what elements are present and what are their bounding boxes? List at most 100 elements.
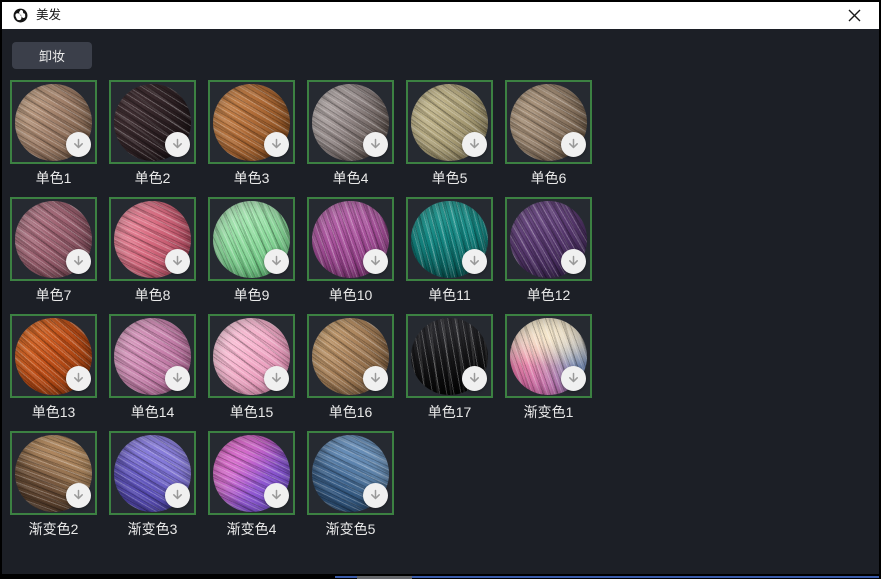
download-button[interactable]: [165, 249, 190, 274]
window-title: 美发: [36, 2, 61, 29]
hair-swatch-tile[interactable]: [10, 314, 97, 398]
hair-swatch-tile[interactable]: [109, 431, 196, 515]
hair-style-item: 单色8: [109, 197, 196, 303]
download-icon: [72, 255, 85, 268]
bottom-edge-strip: [0, 574, 881, 579]
download-button[interactable]: [462, 366, 487, 391]
hair-style-item: 渐变色3: [109, 431, 196, 537]
hair-dialog-window: 美发 卸妆 单色1 单色2: [0, 0, 881, 579]
download-button[interactable]: [165, 483, 190, 508]
download-icon: [270, 255, 283, 268]
hair-swatch-tile[interactable]: [10, 431, 97, 515]
download-icon: [171, 372, 184, 385]
hair-style-item: 单色13: [10, 314, 97, 420]
hair-swatch-tile[interactable]: [406, 80, 493, 164]
download-icon: [270, 138, 283, 151]
hair-style-item: 单色10: [307, 197, 394, 303]
download-button[interactable]: [66, 366, 91, 391]
download-icon: [468, 138, 481, 151]
hair-style-label: 单色13: [10, 404, 97, 420]
hair-style-item: 单色11: [406, 197, 493, 303]
hair-style-label: 单色3: [208, 170, 295, 186]
hair-style-label: 单色14: [109, 404, 196, 420]
hair-style-label: 单色11: [406, 287, 493, 303]
hair-swatch-tile[interactable]: [208, 431, 295, 515]
download-button[interactable]: [363, 249, 388, 274]
hair-swatch-tile[interactable]: [307, 314, 394, 398]
download-button[interactable]: [264, 483, 289, 508]
download-icon: [270, 489, 283, 502]
hair-style-item: 单色14: [109, 314, 196, 420]
hair-style-item: 渐变色4: [208, 431, 295, 537]
download-button[interactable]: [363, 366, 388, 391]
close-button[interactable]: [845, 7, 863, 25]
download-button[interactable]: [66, 483, 91, 508]
dialog-body: 卸妆 单色1 单色2: [2, 29, 879, 574]
download-button[interactable]: [561, 132, 586, 157]
download-icon: [468, 255, 481, 268]
hair-swatch-tile[interactable]: [208, 197, 295, 281]
hair-swatch-tile[interactable]: [208, 80, 295, 164]
download-icon: [369, 489, 382, 502]
hair-style-label: 渐变色4: [208, 521, 295, 537]
hair-style-label: 单色6: [505, 170, 592, 186]
hair-style-label: 单色10: [307, 287, 394, 303]
download-button[interactable]: [264, 366, 289, 391]
download-button[interactable]: [165, 132, 190, 157]
hair-style-item: 渐变色5: [307, 431, 394, 537]
hair-swatch-tile[interactable]: [307, 197, 394, 281]
download-button[interactable]: [363, 132, 388, 157]
hair-style-label: 单色5: [406, 170, 493, 186]
background-app-accent-line: [335, 576, 879, 578]
download-icon: [468, 372, 481, 385]
hair-swatch-tile[interactable]: [505, 80, 592, 164]
hair-style-item: 单色5: [406, 80, 493, 186]
app-logo-icon: [13, 8, 28, 23]
hair-swatch-tile[interactable]: [109, 314, 196, 398]
download-button[interactable]: [264, 249, 289, 274]
hair-swatch-tile[interactable]: [208, 314, 295, 398]
download-button[interactable]: [462, 249, 487, 274]
download-icon: [72, 489, 85, 502]
hair-style-label: 单色4: [307, 170, 394, 186]
hair-swatch-tile[interactable]: [307, 80, 394, 164]
download-icon: [171, 255, 184, 268]
hair-style-item: 单色2: [109, 80, 196, 186]
hair-style-label: 渐变色2: [10, 521, 97, 537]
hair-swatch-tile[interactable]: [10, 197, 97, 281]
download-button[interactable]: [462, 132, 487, 157]
hair-style-item: 单色3: [208, 80, 295, 186]
hair-style-label: 单色15: [208, 404, 295, 420]
hair-style-grid: 单色1 单色2 单色3: [10, 80, 879, 537]
remove-makeup-button[interactable]: 卸妆: [12, 42, 92, 69]
close-icon: [848, 9, 861, 22]
download-button[interactable]: [264, 132, 289, 157]
download-button[interactable]: [561, 366, 586, 391]
download-button[interactable]: [561, 249, 586, 274]
hair-swatch-tile[interactable]: [109, 80, 196, 164]
hair-style-item: 单色15: [208, 314, 295, 420]
hair-style-label: 渐变色1: [505, 404, 592, 420]
download-icon: [72, 372, 85, 385]
hair-swatch-tile[interactable]: [406, 197, 493, 281]
hair-style-item: 单色9: [208, 197, 295, 303]
hair-swatch-tile[interactable]: [505, 314, 592, 398]
hair-swatch-tile[interactable]: [109, 197, 196, 281]
hair-swatch-tile[interactable]: [505, 197, 592, 281]
hair-swatch-tile[interactable]: [406, 314, 493, 398]
hair-style-label: 单色17: [406, 404, 493, 420]
download-icon: [171, 138, 184, 151]
download-icon: [369, 138, 382, 151]
download-button[interactable]: [165, 366, 190, 391]
download-icon: [567, 138, 580, 151]
download-button[interactable]: [66, 249, 91, 274]
download-button[interactable]: [363, 483, 388, 508]
title-bar[interactable]: 美发: [2, 2, 879, 29]
download-icon: [369, 255, 382, 268]
download-icon: [567, 255, 580, 268]
download-icon: [72, 138, 85, 151]
hair-style-label: 渐变色5: [307, 521, 394, 537]
hair-swatch-tile[interactable]: [10, 80, 97, 164]
download-button[interactable]: [66, 132, 91, 157]
hair-swatch-tile[interactable]: [307, 431, 394, 515]
